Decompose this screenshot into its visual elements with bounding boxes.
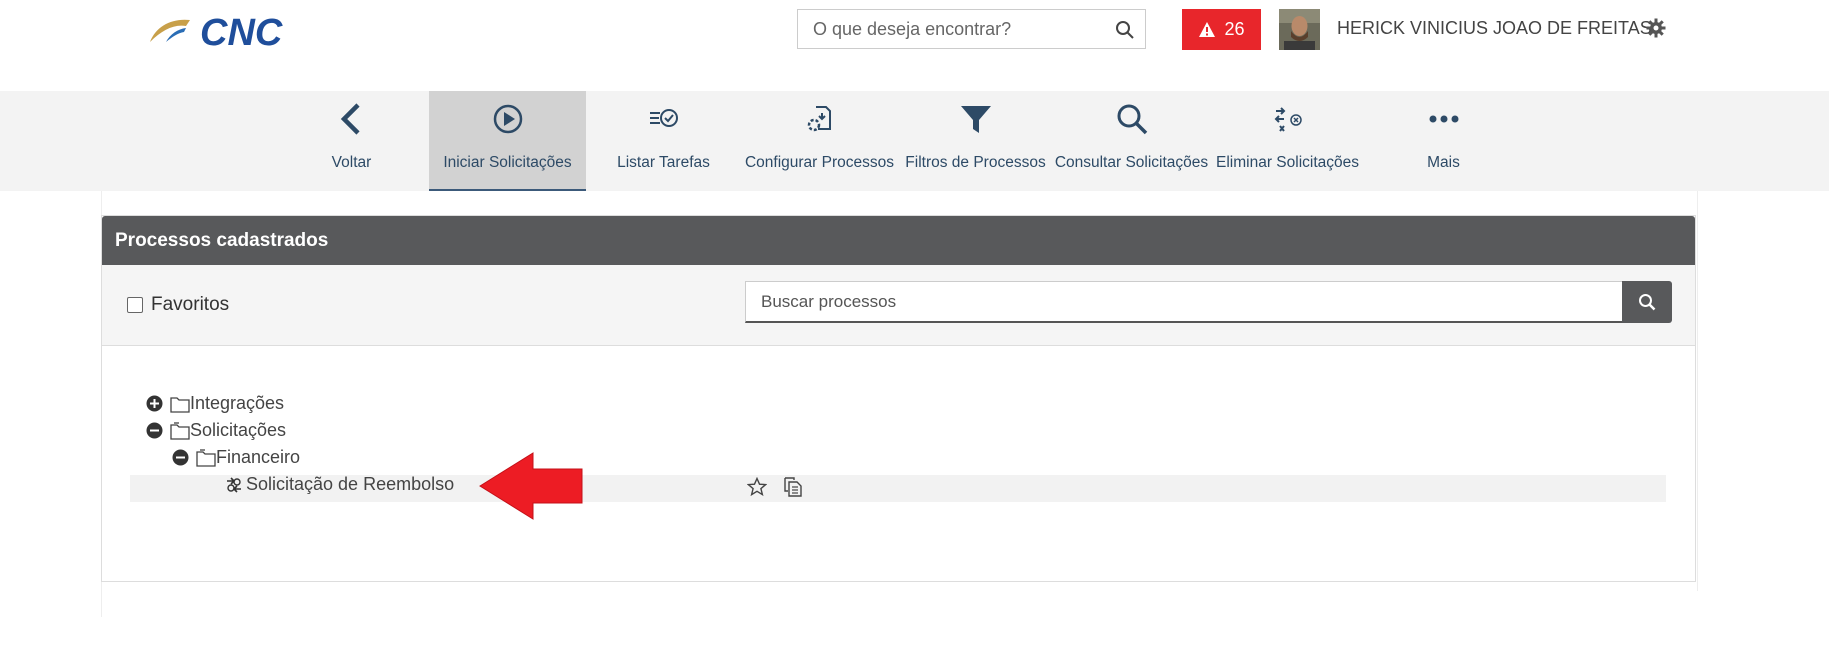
search-icon <box>1639 294 1656 311</box>
gear-icon[interactable] <box>1646 18 1666 38</box>
tree-node-financeiro[interactable]: Financeiro <box>172 447 300 468</box>
checkbox-box[interactable] <box>127 297 143 313</box>
process-icon <box>227 476 241 493</box>
toolbar-filtros-processos[interactable]: Filtros de Processos <box>897 91 1054 191</box>
chevron-left-icon <box>340 103 360 135</box>
collapse-icon[interactable] <box>146 422 163 439</box>
toolbar-configurar-processos[interactable]: Configurar Processos <box>741 91 898 191</box>
toolbar-label: Consultar Solicitações <box>1054 154 1209 171</box>
search-icon <box>1117 104 1147 135</box>
divider <box>1697 191 1698 591</box>
company-logo[interactable]: CNC <box>148 12 298 54</box>
process-config-icon <box>807 106 831 132</box>
tree-node-label: Financeiro <box>216 447 301 467</box>
toolbar-mais[interactable]: Mais <box>1365 91 1522 191</box>
folder-open-icon <box>170 421 190 440</box>
global-search[interactable] <box>797 9 1146 49</box>
global-search-input[interactable] <box>798 10 1103 48</box>
process-search[interactable] <box>745 281 1623 323</box>
toolbar-label: Iniciar Solicitações <box>443 154 572 171</box>
star-icon[interactable] <box>747 477 767 497</box>
tree-node-label: Solicitação de Reembolso <box>246 474 455 494</box>
folder-open-icon <box>196 448 216 467</box>
tree-node-label: Integrações <box>190 393 285 413</box>
process-search-button[interactable] <box>1622 281 1672 323</box>
alerts-button[interactable]: 26 <box>1182 9 1261 50</box>
toolbar-consultar-solicitacoes[interactable]: Consultar Solicitações <box>1053 91 1210 191</box>
tree-node-solicitacoes[interactable]: Solicitações <box>146 420 286 441</box>
search-icon[interactable] <box>1115 20 1135 40</box>
eliminate-icon <box>1274 107 1302 132</box>
toolbar-voltar[interactable]: Voltar <box>273 91 430 191</box>
logo-text: CNC <box>200 12 283 48</box>
expand-icon[interactable] <box>146 395 163 412</box>
red-arrow-annotation <box>479 452 583 520</box>
more-icon <box>1429 115 1458 123</box>
toolbar-label: Mais <box>1427 154 1460 171</box>
toolbar-iniciar-solicitacoes[interactable]: Iniciar Solicitações <box>429 91 586 191</box>
copy-icon[interactable] <box>783 476 803 498</box>
user-name[interactable]: HERICK VINICIUS JOAO DE FREITAS <box>1337 18 1652 39</box>
toolbar-label: Eliminar Solicitações <box>1216 154 1359 171</box>
toolbar-label: Voltar <box>331 154 372 171</box>
toolbar-label: Configurar Processos <box>744 154 895 171</box>
user-avatar[interactable] <box>1279 9 1320 50</box>
favorites-label: Favoritos <box>151 294 230 315</box>
toolbar-label: Filtros de Processos <box>905 154 1046 171</box>
toolbar-eliminar-solicitacoes[interactable]: Eliminar Solicitações <box>1209 91 1366 191</box>
filter-icon <box>960 106 991 133</box>
collapse-icon[interactable] <box>172 449 189 466</box>
main-toolbar: Voltar Iniciar Solicitações Listar Taref… <box>0 91 1829 191</box>
warning-icon <box>1199 22 1216 37</box>
filter-bar: Favoritos <box>102 265 1695 346</box>
process-search-input[interactable] <box>746 282 1623 322</box>
task-list-icon <box>649 109 678 127</box>
processes-panel: Processos cadastrados Favoritos <box>101 215 1696 582</box>
panel-title: Processos cadastrados <box>102 216 1695 265</box>
tree-node-label: Solicitações <box>190 420 287 440</box>
tree-node-integracoes[interactable]: Integrações <box>146 393 284 414</box>
tree-node-solicitacao-reembolso[interactable]: Solicitação de Reembolso <box>225 474 454 495</box>
folder-icon <box>170 396 190 413</box>
toolbar-listar-tarefas[interactable]: Listar Tarefas <box>585 91 742 191</box>
favorites-checkbox[interactable]: Favoritos <box>127 294 229 316</box>
toolbar-label: Listar Tarefas <box>617 154 710 171</box>
play-circle-icon <box>493 104 522 134</box>
alert-count: 26 <box>1224 19 1245 39</box>
